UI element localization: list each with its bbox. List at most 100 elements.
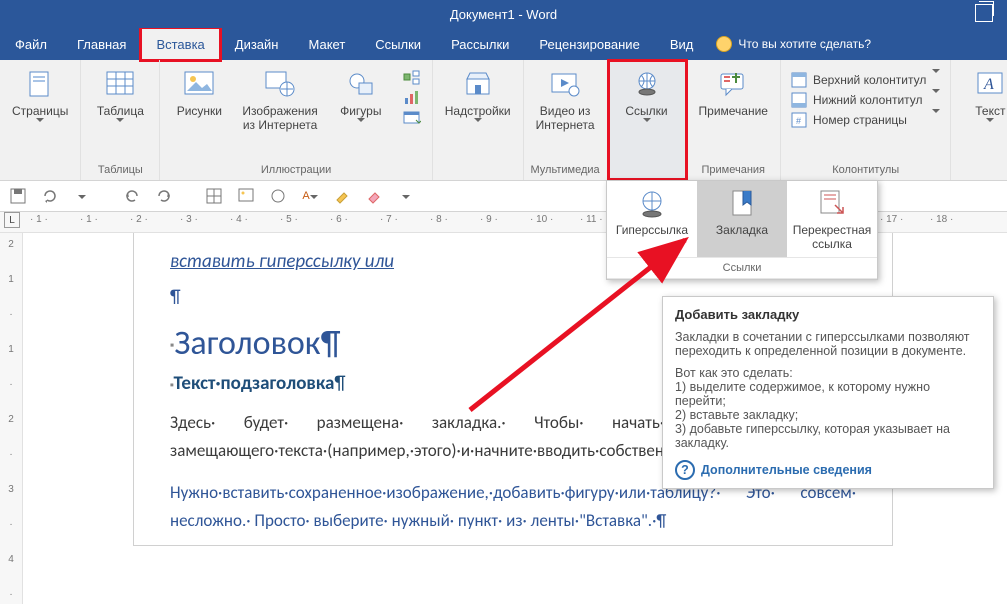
group-tables: Таблица Таблицы — [81, 60, 160, 180]
save-icon[interactable] — [6, 184, 30, 208]
repeat-icon[interactable] — [38, 184, 62, 208]
group-illustrations: Рисунки Изображения из Интернета Фигуры … — [160, 60, 432, 180]
help-icon: ? — [675, 460, 695, 480]
bookmark-icon — [725, 189, 759, 219]
table-icon — [104, 68, 136, 100]
text-button[interactable]: A Текст — [955, 64, 1007, 136]
table-button[interactable]: Таблица — [85, 64, 155, 136]
links-button[interactable]: Ссылки — [612, 64, 682, 136]
chevron-down-icon — [116, 122, 124, 136]
tab-layout[interactable]: Макет — [293, 28, 360, 60]
group-label-tables: Таблицы — [85, 162, 155, 178]
svg-text:A: A — [983, 76, 994, 93]
tooltip-s3: 3) добавьте гиперссылку, которая указыва… — [675, 422, 981, 450]
group-label-comments: Примечания — [691, 162, 776, 178]
chevron-down-icon — [932, 73, 940, 87]
tell-me[interactable]: Что вы хотите сделать? — [716, 28, 871, 60]
moreqat[interactable] — [394, 184, 418, 208]
tooltip-more-link[interactable]: ?Дополнительные сведения — [675, 460, 981, 480]
chevron-down-icon — [36, 122, 44, 136]
tab-insert[interactable]: Вставка — [141, 28, 219, 60]
group-addins: Надстройки . — [433, 60, 524, 180]
shapes-icon — [345, 68, 377, 100]
tooltip-s1: 1) выделите содержимое, к которому нужно… — [675, 380, 981, 408]
footer-button[interactable]: Нижний колонтитул — [785, 90, 946, 110]
restore-icon[interactable] — [975, 4, 993, 22]
group-media: Видео из Интернета Мультимедиа — [524, 60, 608, 180]
link-icon — [631, 68, 663, 100]
tab-references[interactable]: Ссылки — [360, 28, 436, 60]
footer-icon — [791, 92, 807, 108]
tab-view[interactable]: Вид — [655, 28, 709, 60]
bulb-icon — [716, 36, 732, 52]
tooltip-p1: Закладки в сочетании с гиперссылками поз… — [675, 330, 981, 358]
pagenum-icon: # — [791, 112, 807, 128]
highlightqat-icon[interactable] — [330, 184, 354, 208]
tab-file[interactable]: Файл — [0, 28, 62, 60]
eraserqat-icon[interactable] — [362, 184, 386, 208]
tab-mailings[interactable]: Рассылки — [436, 28, 524, 60]
addins-button[interactable]: Надстройки — [437, 64, 519, 136]
header-button[interactable]: Верхний колонтитул — [785, 70, 946, 90]
online-pictures-button[interactable]: Изображения из Интернета — [234, 64, 325, 136]
online-picture-icon — [264, 68, 296, 100]
group-pages: Страницы . — [0, 60, 81, 180]
smartart-icon[interactable] — [402, 69, 422, 87]
undo-icon[interactable] — [120, 184, 144, 208]
pagenum-button[interactable]: #Номер страницы — [785, 110, 946, 130]
chart-icon[interactable] — [402, 89, 422, 107]
tooltip-s2: 2) вставьте закладку; — [675, 408, 981, 422]
ribbon: Страницы . Таблица Таблицы Рисунки Изобр… — [0, 60, 1007, 181]
tab-review[interactable]: Рецензирование — [524, 28, 654, 60]
svg-text:#: # — [796, 116, 801, 126]
links-dropdown: Гиперссылка Закладка Перекрестная ссылка… — [606, 180, 878, 280]
chevron-down-icon — [932, 93, 940, 107]
group-links: Ссылки . — [608, 60, 687, 180]
tab-design[interactable]: Дизайн — [220, 28, 294, 60]
tooltip: Добавить закладку Закладки в сочетании с… — [662, 296, 994, 489]
title-bar: Документ1 - Word — [0, 0, 1007, 28]
tell-me-label: Что вы хотите сделать? — [738, 37, 871, 51]
window-title: Документ1 - Word — [450, 7, 557, 22]
picture-icon — [183, 68, 215, 100]
textbox-icon: A — [974, 68, 1006, 100]
bookmark-button[interactable]: Закладка — [697, 181, 787, 257]
page-icon — [24, 68, 56, 100]
stylesqat[interactable]: A — [298, 184, 322, 208]
chevron-down-icon — [643, 122, 651, 136]
linkqat-icon[interactable] — [266, 184, 290, 208]
online-video-button[interactable]: Видео из Интернета — [528, 64, 603, 132]
tooltip-p2: Вот как это сделать: — [675, 366, 981, 380]
redo-icon[interactable] — [152, 184, 176, 208]
tooltip-title: Добавить закладку — [675, 307, 799, 322]
crossref-button[interactable]: Перекрестная ссылка — [787, 181, 877, 257]
comment-button[interactable]: Примечание — [691, 64, 776, 118]
video-icon — [549, 68, 581, 100]
dropdown-group-label: Ссылки — [607, 258, 877, 279]
comment-icon — [717, 68, 749, 100]
group-label-hf: Колонтитулы — [785, 162, 946, 178]
ribbon-tabs: Файл Главная Вставка Дизайн Макет Ссылки… — [0, 28, 1007, 60]
screenshot-icon[interactable] — [402, 109, 422, 127]
pictureqat-icon[interactable] — [234, 184, 258, 208]
pictures-button[interactable]: Рисунки — [164, 64, 234, 136]
group-label-illustrations: Иллюстрации — [164, 162, 427, 178]
chevron-down-icon — [932, 113, 940, 127]
hyperlink-button[interactable]: Гиперссылка — [607, 181, 697, 257]
chevron-down-icon — [474, 122, 482, 136]
ruler-vertical[interactable]: 21·1·2·3·4·5·6·7·8·9 — [0, 233, 23, 604]
header-icon — [791, 72, 807, 88]
tab-home[interactable]: Главная — [62, 28, 141, 60]
globe-link-icon — [635, 189, 669, 219]
tableqat-icon[interactable] — [202, 184, 226, 208]
crossref-icon — [815, 189, 849, 219]
qat-dropdown[interactable] — [70, 184, 94, 208]
store-icon — [462, 68, 494, 100]
chevron-down-icon — [986, 122, 994, 136]
shapes-button[interactable]: Фигуры — [326, 64, 396, 136]
group-headerfooter: Верхний колонтитул Нижний колонтитул #Но… — [781, 60, 951, 180]
chevron-down-icon — [357, 122, 365, 136]
pages-button[interactable]: Страницы — [4, 64, 76, 136]
tab-selector[interactable]: L — [4, 212, 20, 228]
group-comments: Примечание Примечания — [687, 60, 781, 180]
